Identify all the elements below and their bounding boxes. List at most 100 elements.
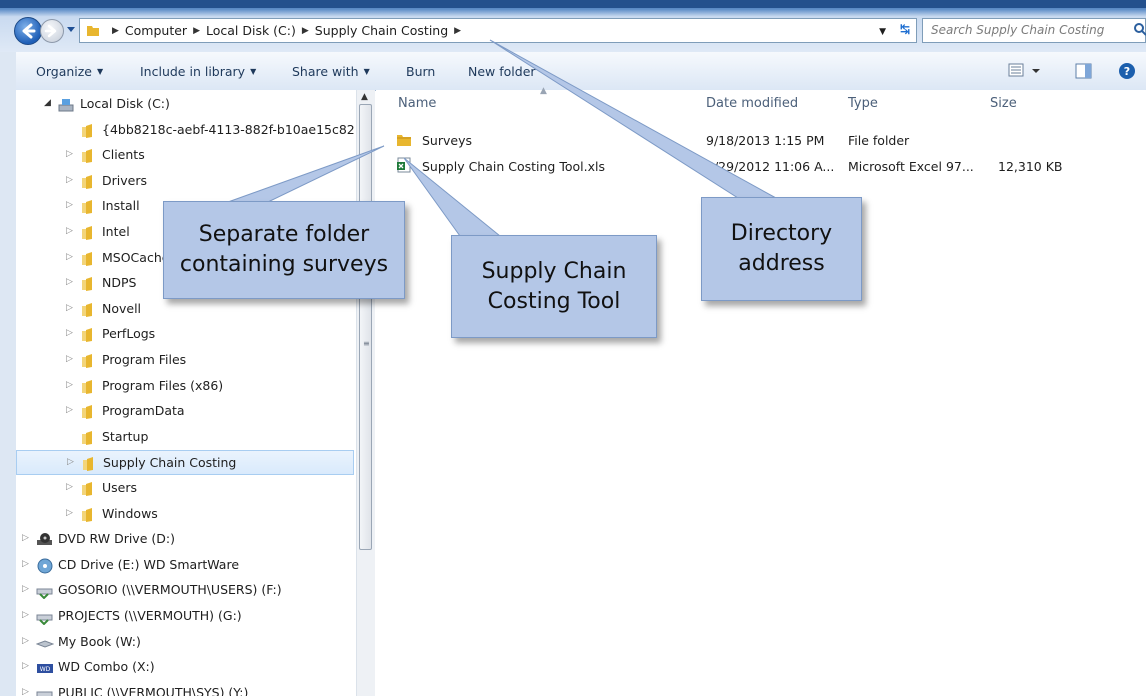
address-bar[interactable]: ▶ Computer ▶ Local Disk (C:) ▶ Supply Ch… xyxy=(79,18,917,43)
expand-arrow-icon[interactable]: ▷ xyxy=(22,584,29,594)
dropdown-caret-icon: ▼ xyxy=(250,67,257,76)
expand-arrow-icon[interactable]: ▷ xyxy=(66,175,73,185)
tree-item-program-files-x86[interactable]: ▷ Program Files (x86) xyxy=(16,374,356,399)
breadcrumb-computer[interactable]: Computer xyxy=(125,23,187,38)
svg-text:?: ? xyxy=(1124,65,1130,78)
expand-arrow-icon[interactable]: ▷ xyxy=(66,277,73,287)
tree-item-cd-drive-e[interactable]: ▷ CD Drive (E:) WD SmartWare xyxy=(16,553,356,578)
burn-button[interactable]: Burn xyxy=(406,64,435,79)
expand-arrow-icon[interactable]: ▷ xyxy=(66,303,73,313)
tree-item-clients[interactable]: ▷ Clients xyxy=(16,143,356,168)
refresh-icon[interactable]: ↹ xyxy=(900,22,910,36)
network-drive-icon xyxy=(36,691,53,696)
column-header-name-label: Name xyxy=(398,96,437,111)
search-input[interactable] xyxy=(929,22,1123,38)
help-icon[interactable]: ? xyxy=(1117,62,1137,82)
tree-item-label: Clients xyxy=(102,147,145,163)
file-row-supply-chain-costing-tool[interactable]: Supply Chain Costing Tool.xls 5/29/2012 … xyxy=(396,156,1136,178)
breadcrumb-separator-icon: ▶ xyxy=(112,25,119,36)
navigation-scrollbar[interactable]: ▲ ≡ xyxy=(356,90,375,696)
collapse-arrow-icon[interactable]: ◢ xyxy=(44,98,51,108)
tree-item-guid-folder[interactable]: {4bb8218c-aebf-4113-882f-b10ae15c8218 xyxy=(16,118,356,143)
breadcrumb-separator-icon[interactable]: ▶ xyxy=(302,26,309,36)
breadcrumb-separator-icon[interactable]: ▶ xyxy=(454,26,461,36)
folder-icon xyxy=(82,328,92,343)
tree-item-public-y[interactable]: ▷ PUBLIC (\\VERMOUTH\SYS) (Y:) xyxy=(16,681,356,696)
tree-item-windows[interactable]: ▷ Windows xyxy=(16,502,356,527)
sort-ascending-icon: ▲ xyxy=(540,86,547,96)
callout-surveys-line-2: containing surveys xyxy=(179,252,389,277)
column-header-type[interactable]: Type xyxy=(848,96,878,111)
expand-arrow-icon[interactable]: ▷ xyxy=(22,636,29,646)
expand-arrow-icon[interactable]: ▷ xyxy=(66,508,73,518)
navigation-pane[interactable]: ◢ Local Disk (C:) {4bb8218c-aebf-4113-882f… xyxy=(16,90,356,696)
expand-arrow-icon[interactable]: ▷ xyxy=(22,687,29,696)
tree-item-label: Startup xyxy=(102,428,149,444)
tree-item-novell[interactable]: ▷ Novell xyxy=(16,297,356,322)
tree-item-label: PUBLIC (\\VERMOUTH\SYS) (Y:) xyxy=(58,684,249,696)
callout-surveys-line-1: Separate folder xyxy=(198,222,370,247)
callout-directory-address: Directory address xyxy=(701,197,862,301)
tree-item-users[interactable]: ▷ Users xyxy=(16,476,356,501)
callout-supply-chain-costing-tool: Supply Chain Costing Tool xyxy=(451,235,657,338)
forward-button[interactable] xyxy=(40,19,64,43)
tree-item-perflogs[interactable]: ▷ PerfLogs xyxy=(16,322,356,347)
expand-arrow-icon[interactable]: ▷ xyxy=(67,457,74,467)
expand-arrow-icon[interactable]: ▷ xyxy=(66,226,73,236)
breadcrumb-supply-chain-costing[interactable]: Supply Chain Costing xyxy=(315,23,448,38)
tree-item-startup[interactable]: Startup xyxy=(16,425,356,450)
expand-arrow-icon[interactable]: ▷ xyxy=(66,328,73,338)
search-icon[interactable] xyxy=(1133,22,1146,38)
breadcrumb-local-disk[interactable]: Local Disk (C:) xyxy=(206,23,296,38)
expand-arrow-icon[interactable]: ▷ xyxy=(66,354,73,364)
column-header-date-modified[interactable]: Date modified xyxy=(706,96,798,111)
file-row-surveys[interactable]: Surveys 9/18/2013 1:15 PM File folder xyxy=(396,130,1136,152)
expand-arrow-icon[interactable]: ▷ xyxy=(66,252,73,262)
expand-arrow-icon[interactable]: ▷ xyxy=(66,482,73,492)
expand-arrow-icon[interactable]: ▷ xyxy=(22,610,29,620)
expand-arrow-icon[interactable]: ▷ xyxy=(22,533,29,543)
new-folder-button[interactable]: New folder xyxy=(468,64,536,79)
network-drive-icon xyxy=(36,588,53,600)
tree-item-program-files[interactable]: ▷ Program Files xyxy=(16,348,356,373)
address-dropdown-icon[interactable]: ▼ xyxy=(879,27,886,37)
expand-arrow-icon[interactable]: ▷ xyxy=(22,661,29,671)
share-with-menu[interactable]: Share with ▼ xyxy=(292,64,370,79)
expand-arrow-icon[interactable]: ▷ xyxy=(66,149,73,159)
tree-item-wd-combo-x[interactable]: ▷ WD WD Combo (X:) xyxy=(16,655,356,680)
column-header-size[interactable]: Size xyxy=(990,96,1017,111)
tree-item-drivers[interactable]: ▷ Drivers xyxy=(16,169,356,194)
tree-item-label: ProgramData xyxy=(102,403,185,419)
tree-item-my-book-w[interactable]: ▷ My Book (W:) xyxy=(16,630,356,655)
callout-tool-line-2: Costing Tool xyxy=(487,288,621,314)
breadcrumb-separator-icon[interactable]: ▶ xyxy=(193,26,200,36)
tree-item-programdata[interactable]: ▷ ProgramData xyxy=(16,399,356,424)
tree-item-local-disk-c[interactable]: ◢ Local Disk (C:) xyxy=(16,92,356,117)
tree-item-supply-chain-costing[interactable]: ▷ Supply Chain Costing xyxy=(16,450,354,476)
scrollbar-thumb[interactable]: ≡ xyxy=(359,104,372,550)
tree-item-gosorio-f[interactable]: ▷ GOSORIO (\\VERMOUTH\USERS) (F:) xyxy=(16,578,356,603)
file-type: Microsoft Excel 97... xyxy=(848,159,974,174)
expand-arrow-icon[interactable]: ▷ xyxy=(66,380,73,390)
tree-item-label: Supply Chain Costing xyxy=(103,455,237,471)
file-type: File folder xyxy=(848,133,910,148)
recent-pages-chevron-icon[interactable] xyxy=(66,26,76,34)
column-header-name[interactable]: Name xyxy=(398,96,436,111)
scroll-up-arrow-icon[interactable]: ▲ xyxy=(361,92,368,102)
expand-arrow-icon[interactable]: ▷ xyxy=(66,200,73,210)
tree-item-label: WD Combo (X:) xyxy=(58,659,155,675)
preview-pane-icon[interactable] xyxy=(1074,62,1094,80)
scroll-grip-icon: ≡ xyxy=(363,339,370,348)
back-button[interactable] xyxy=(14,17,42,45)
organize-menu[interactable]: Organize ▼ xyxy=(36,64,103,79)
file-date: 9/18/2013 1:15 PM xyxy=(706,133,825,148)
dropdown-caret-icon: ▼ xyxy=(97,67,104,76)
file-name: Surveys xyxy=(422,133,472,148)
search-box[interactable] xyxy=(922,18,1146,43)
tree-item-dvd-rw-drive-d[interactable]: ▷ DVD RW Drive (D:) xyxy=(16,527,356,552)
change-view-icon[interactable] xyxy=(1008,62,1042,80)
expand-arrow-icon[interactable]: ▷ xyxy=(22,559,29,569)
tree-item-projects-g[interactable]: ▷ PROJECTS (\\VERMOUTH) (G:) xyxy=(16,604,356,629)
expand-arrow-icon[interactable]: ▷ xyxy=(66,405,73,415)
include-in-library-menu[interactable]: Include in library ▼ xyxy=(140,64,256,79)
